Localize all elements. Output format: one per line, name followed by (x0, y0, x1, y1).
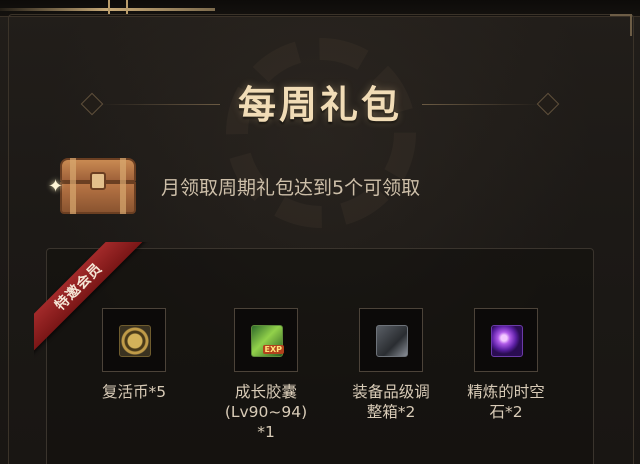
reward-label: 精炼的时空 石*2 (467, 383, 545, 421)
page-title: 每周礼包 (237, 83, 402, 127)
weekly-gift-screen: 每周礼包 ✦ 月领取周期礼包达到5个可领取 特邀会员 复活币*5 EXP 成长胶… (0, 0, 640, 464)
growth-capsule-icon: EXP (251, 325, 284, 357)
refining-stone-icon (491, 325, 523, 357)
claim-condition-text: 月领取周期礼包达到5个可领取 (161, 177, 421, 199)
frame-corner-ornament (610, 14, 632, 36)
reward-slot[interactable]: EXP (234, 308, 298, 372)
reward-item-refining-stone[interactable]: 精炼的时空 石*2 (452, 308, 560, 422)
reward-item-revive-coin[interactable]: 复活币*5 (80, 308, 188, 402)
reward-item-equipment-box[interactable]: 装备品级调 整箱*2 (337, 308, 445, 422)
reward-label: 成长胶囊 (Lv90~94) *1 (224, 383, 308, 441)
reward-item-growth-capsule[interactable]: EXP 成长胶囊 (Lv90~94) *1 (212, 308, 320, 442)
reward-slot[interactable] (359, 308, 423, 372)
reward-label: 装备品级调 整箱*2 (352, 383, 430, 421)
top-bracket-ornament (108, 0, 128, 14)
exp-badge: EXP (262, 345, 284, 354)
reward-slot[interactable] (102, 308, 166, 372)
reward-label: 复活币*5 (101, 383, 167, 401)
reward-slot[interactable] (474, 308, 538, 372)
treasure-chest-icon (56, 154, 140, 216)
revive-coin-icon (119, 325, 151, 357)
equipment-box-icon (376, 325, 408, 357)
sparkle-icon: ✦ (48, 176, 64, 197)
vip-badge-label: 特邀会员 (52, 260, 106, 314)
